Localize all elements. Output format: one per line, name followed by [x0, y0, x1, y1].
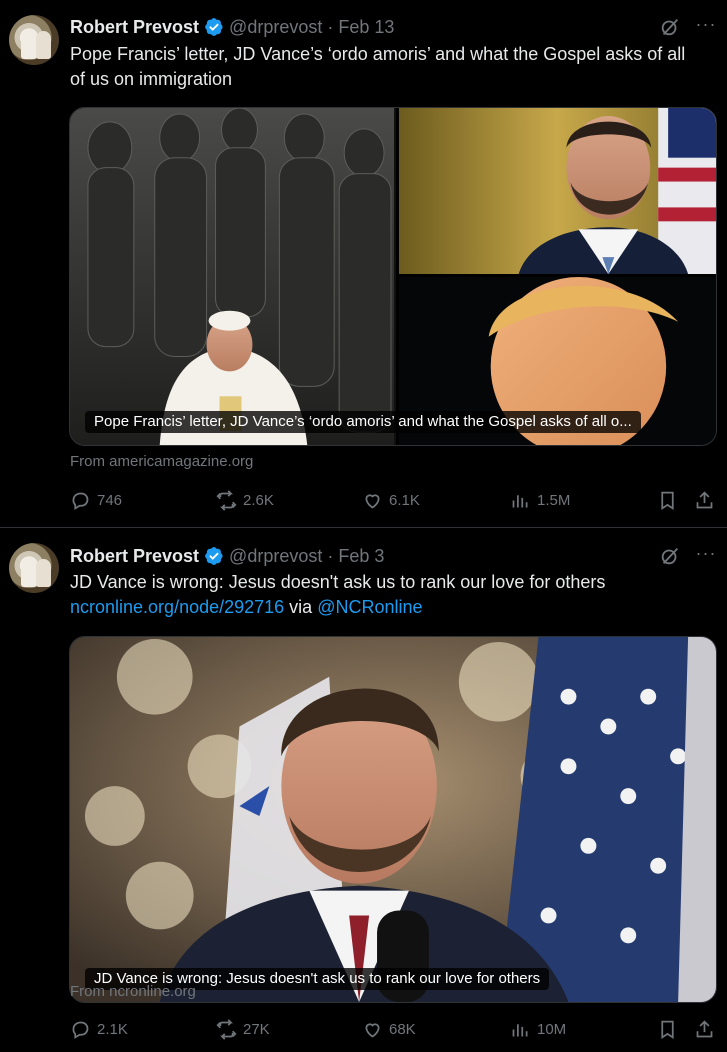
like-count: 6.1K [389, 491, 420, 509]
share-button[interactable] [694, 1017, 715, 1041]
grok-icon[interactable] [659, 545, 681, 567]
views-count: 1.5M [537, 491, 571, 509]
like-count: 68K [389, 1020, 416, 1038]
like-button[interactable]: 6.1K [362, 488, 420, 512]
repost-icon [216, 489, 237, 511]
tweet-date[interactable]: Feb 3 [338, 546, 384, 567]
bookmark-icon [661, 1020, 674, 1039]
repost-count: 2.6K [243, 491, 274, 509]
author-name[interactable]: Robert Prevost [70, 546, 199, 567]
reply-count: 746 [97, 491, 123, 509]
tweet-header: Robert Prevost @drprevost · Feb 3 [70, 544, 384, 568]
verified-badge-icon [205, 18, 223, 36]
link-card[interactable]: Pope Francis’ letter, JD Vance’s ‘ordo a… [69, 107, 717, 446]
tweet-link[interactable]: ncronline.org/node/292716 [70, 597, 284, 617]
tweet-text-via: via [284, 597, 318, 617]
tweet-top-actions: ··· [659, 15, 717, 38]
repost-button[interactable]: 27K [216, 1017, 270, 1041]
tweet-actions: 2.1K 27K 68K 10M [70, 1017, 715, 1041]
tweet-text-body: JD Vance is wrong: Jesus doesn't ask us … [70, 572, 606, 592]
like-icon [365, 493, 380, 509]
card-source[interactable]: From ncronline.org [70, 983, 196, 1000]
tweet-top-actions: ··· [659, 544, 717, 567]
views-button[interactable]: 1.5M [510, 488, 570, 512]
card-source[interactable]: From americamagazine.org [70, 453, 253, 470]
more-icon[interactable]: ··· [695, 544, 717, 567]
tweet-actions: 746 2.6K 6.1K 1.5M [70, 488, 715, 512]
grok-icon[interactable] [659, 16, 681, 38]
tweet-header: Robert Prevost @drprevost · Feb 13 [70, 15, 394, 39]
card-caption: Pope Francis’ letter, JD Vance’s ‘ordo a… [85, 411, 641, 433]
like-icon [365, 1022, 380, 1038]
card-image [70, 108, 716, 445]
share-icon [696, 490, 713, 508]
reply-button[interactable]: 746 [70, 488, 122, 512]
verified-badge-icon [205, 547, 223, 565]
reply-button[interactable]: 2.1K [70, 1017, 128, 1041]
author-handle[interactable]: @drprevost [229, 17, 322, 38]
card-image [70, 637, 716, 1002]
bookmark-icon [661, 491, 674, 510]
tweet-text: JD Vance is wrong: Jesus doesn't ask us … [70, 570, 705, 620]
avatar[interactable] [9, 15, 59, 65]
views-icon [512, 494, 528, 507]
tweet[interactable]: Robert Prevost @drprevost · Feb 13 ··· P… [0, 0, 727, 528]
bookmark-button[interactable] [657, 1017, 678, 1041]
reply-icon [72, 492, 89, 510]
tweet-date[interactable]: Feb 13 [338, 17, 394, 38]
tweet-mention[interactable]: @NCRonline [317, 597, 422, 617]
repost-icon [216, 1018, 237, 1040]
reply-icon [72, 1021, 89, 1039]
views-count: 10M [537, 1020, 567, 1038]
timeline-feed: Robert Prevost @drprevost · Feb 13 ··· P… [0, 0, 727, 1052]
views-icon [512, 1023, 528, 1036]
repost-button[interactable]: 2.6K [216, 488, 274, 512]
separator-dot: · [327, 16, 334, 37]
tweet-text: Pope Francis’ letter, JD Vance’s ‘ordo a… [70, 42, 705, 92]
tweet-text-body: Pope Francis’ letter, JD Vance’s ‘ordo a… [70, 44, 686, 89]
bookmark-button[interactable] [657, 488, 678, 512]
author-name[interactable]: Robert Prevost [70, 17, 199, 38]
link-card[interactable]: JD Vance is wrong: Jesus doesn't ask us … [69, 636, 717, 1003]
tweet[interactable]: Robert Prevost @drprevost · Feb 3 ··· JD… [0, 529, 727, 1052]
avatar[interactable] [9, 543, 59, 593]
share-button[interactable] [694, 488, 715, 512]
more-icon[interactable]: ··· [695, 15, 717, 38]
views-button[interactable]: 10M [510, 1017, 566, 1041]
separator-dot: · [327, 545, 334, 566]
repost-count: 27K [243, 1020, 270, 1038]
like-button[interactable]: 68K [362, 1017, 416, 1041]
author-handle[interactable]: @drprevost [229, 546, 322, 567]
reply-count: 2.1K [97, 1020, 128, 1038]
share-icon [696, 1019, 713, 1037]
